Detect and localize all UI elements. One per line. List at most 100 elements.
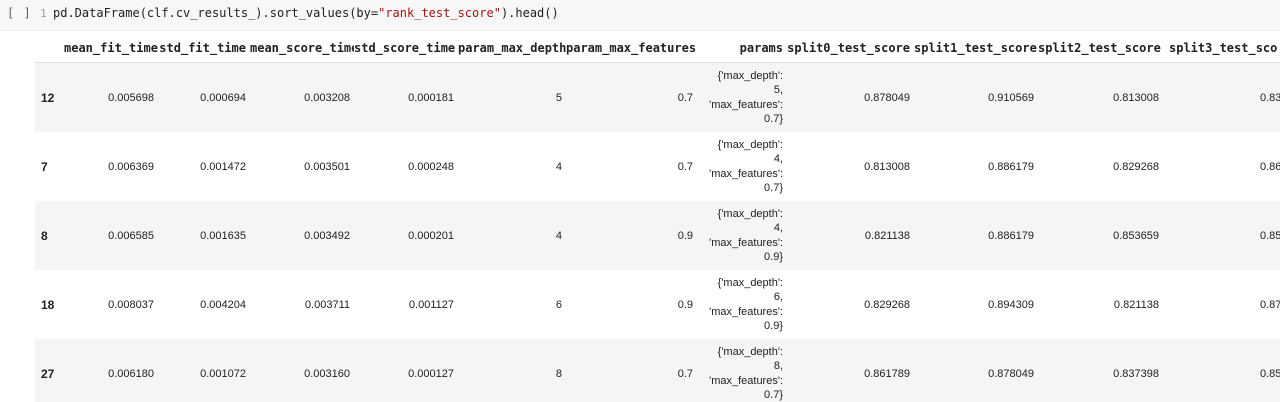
row-index: 8: [35, 201, 64, 270]
table-row: 12 0.005698 0.000694 0.003208 0.000181 5 0.7 {'…: [35, 62, 1280, 132]
cell-param-max-depth: 6: [458, 270, 566, 339]
params-line: 4,: [773, 222, 783, 234]
cell-split3-test-score: 0.85365: [1163, 339, 1280, 402]
cell-std-fit-time: 0.001472: [158, 132, 250, 201]
params-line: 0.9}: [764, 251, 783, 263]
cell-split1-test-score: 0.886179: [914, 132, 1038, 201]
column-header: split0_test_score: [787, 34, 914, 63]
params-line: 0.7}: [764, 182, 783, 194]
cell-params: {'max_depth': 4, 'max_features': 0.7}: [697, 132, 787, 201]
params-line: 8,: [773, 360, 783, 372]
cell-mean-fit-time: 0.006180: [64, 339, 158, 402]
params-line: 0.7}: [764, 389, 783, 401]
code-text: ).head(): [500, 6, 559, 20]
table-row: 8 0.006585 0.001635 0.003492 0.000201 4 0.9 {'m…: [35, 201, 1280, 270]
column-header: param_max_depth: [458, 34, 566, 63]
cell-split2-test-score: 0.829268: [1038, 132, 1163, 201]
column-header: mean_score_time: [250, 34, 354, 63]
params-line: 'max_features':: [709, 236, 783, 249]
params-line: 4,: [773, 153, 783, 165]
cell-param-max-depth: 4: [458, 201, 566, 270]
cell-split2-test-score: 0.813008: [1038, 62, 1163, 132]
params-line: 'max_features':: [709, 305, 783, 318]
table-row: 27 0.006180 0.001072 0.003160 0.000127 8 0.7 {'…: [35, 339, 1280, 402]
row-index: 27: [35, 339, 64, 402]
table-row: 7 0.006369 0.001472 0.003501 0.000248 4 0.7 {'m…: [35, 132, 1280, 201]
dataframe-table: mean_fit_time std_fit_time mean_score_ti…: [35, 34, 1280, 402]
cell-split0-test-score: 0.813008: [787, 132, 914, 201]
cell-params: {'max_depth': 8, 'max_features': 0.7}: [697, 339, 787, 402]
params-line: {'max_depth':: [717, 207, 783, 220]
cell-param-max-depth: 5: [458, 62, 566, 132]
column-header: param_max_features: [566, 34, 697, 63]
cell-params: {'max_depth': 4, 'max_features': 0.9}: [697, 201, 787, 270]
cell-params: {'max_depth': 5, 'max_features': 0.7}: [697, 62, 787, 132]
cell-std-fit-time: 0.000694: [158, 62, 250, 132]
cell-split0-test-score: 0.861789: [787, 339, 914, 402]
cell-split3-test-score: 0.85365: [1163, 201, 1280, 270]
cell-std-score-time: 0.000127: [354, 339, 458, 402]
cell-mean-score-time: 0.003492: [250, 201, 354, 270]
cell-param-max-features: 0.9: [566, 201, 697, 270]
cell-mean-fit-time: 0.008037: [64, 270, 158, 339]
cell-split2-test-score: 0.821138: [1038, 270, 1163, 339]
cell-split3-test-score: 0.83739: [1163, 62, 1280, 132]
params-line: 0.9}: [764, 320, 783, 332]
cell-mean-score-time: 0.003711: [250, 270, 354, 339]
table-body: 12 0.005698 0.000694 0.003208 0.000181 5 0.7 {'…: [35, 62, 1280, 402]
params-line: {'max_depth':: [717, 345, 783, 358]
line-number: 1: [40, 7, 47, 20]
cell-std-score-time: 0.001127: [354, 270, 458, 339]
cell-mean-fit-time: 0.005698: [64, 62, 158, 132]
cell-param-max-features: 0.7: [566, 132, 697, 201]
cell-split2-test-score: 0.837398: [1038, 339, 1163, 402]
cell-std-fit-time: 0.001072: [158, 339, 250, 402]
code-cell[interactable]: [ ] 1 pd.DataFrame(clf.cv_results_).sort…: [0, 0, 1280, 31]
code-string: "rank_test_score": [378, 6, 501, 20]
column-header: params: [697, 34, 787, 63]
column-header: mean_fit_time: [64, 34, 158, 63]
cell-output: mean_fit_time std_fit_time mean_score_ti…: [35, 34, 1280, 402]
cell-std-score-time: 0.000181: [354, 62, 458, 132]
code-text: pd.DataFrame(clf.cv_results_).sort_value…: [53, 6, 379, 20]
cell-param-max-features: 0.9: [566, 270, 697, 339]
code-editor-line[interactable]: pd.DataFrame(clf.cv_results_).sort_value…: [53, 6, 559, 20]
column-header: std_fit_time: [158, 34, 250, 63]
params-line: 5,: [773, 84, 783, 96]
cell-mean-score-time: 0.003160: [250, 339, 354, 402]
table-header-row: mean_fit_time std_fit_time mean_score_ti…: [35, 34, 1280, 63]
cell-split0-test-score: 0.878049: [787, 62, 914, 132]
table-row: 18 0.008037 0.004204 0.003711 0.001127 6 0.9 {'…: [35, 270, 1280, 339]
column-header: std_score_time: [354, 34, 458, 63]
params-line: 'max_features':: [709, 167, 783, 180]
cell-split1-test-score: 0.894309: [914, 270, 1038, 339]
cell-split0-test-score: 0.821138: [787, 201, 914, 270]
cell-mean-fit-time: 0.006585: [64, 201, 158, 270]
cell-split1-test-score: 0.886179: [914, 201, 1038, 270]
cell-split3-test-score: 0.86178: [1163, 132, 1280, 201]
cell-param-max-features: 0.7: [566, 339, 697, 402]
cell-param-max-features: 0.7: [566, 62, 697, 132]
cell-mean-score-time: 0.003501: [250, 132, 354, 201]
cell-std-fit-time: 0.004204: [158, 270, 250, 339]
cell-std-score-time: 0.000201: [354, 201, 458, 270]
run-cell-button[interactable]: [ ]: [7, 6, 32, 20]
cell-split0-test-score: 0.829268: [787, 270, 914, 339]
column-header: split1_test_score: [914, 34, 1038, 63]
params-line: 'max_features':: [709, 98, 783, 111]
cell-mean-fit-time: 0.006369: [64, 132, 158, 201]
column-header: split2_test_score: [1038, 34, 1163, 63]
cell-mean-score-time: 0.003208: [250, 62, 354, 132]
cell-split2-test-score: 0.853659: [1038, 201, 1163, 270]
column-header: [35, 34, 64, 63]
cell-split1-test-score: 0.878049: [914, 339, 1038, 402]
params-line: 0.7}: [764, 113, 783, 125]
cell-param-max-depth: 8: [458, 339, 566, 402]
cell-split1-test-score: 0.910569: [914, 62, 1038, 132]
params-line: {'max_depth':: [717, 276, 783, 289]
cell-params: {'max_depth': 6, 'max_features': 0.9}: [697, 270, 787, 339]
cell-std-fit-time: 0.001635: [158, 201, 250, 270]
cell-param-max-depth: 4: [458, 132, 566, 201]
row-index: 18: [35, 270, 64, 339]
row-index: 7: [35, 132, 64, 201]
